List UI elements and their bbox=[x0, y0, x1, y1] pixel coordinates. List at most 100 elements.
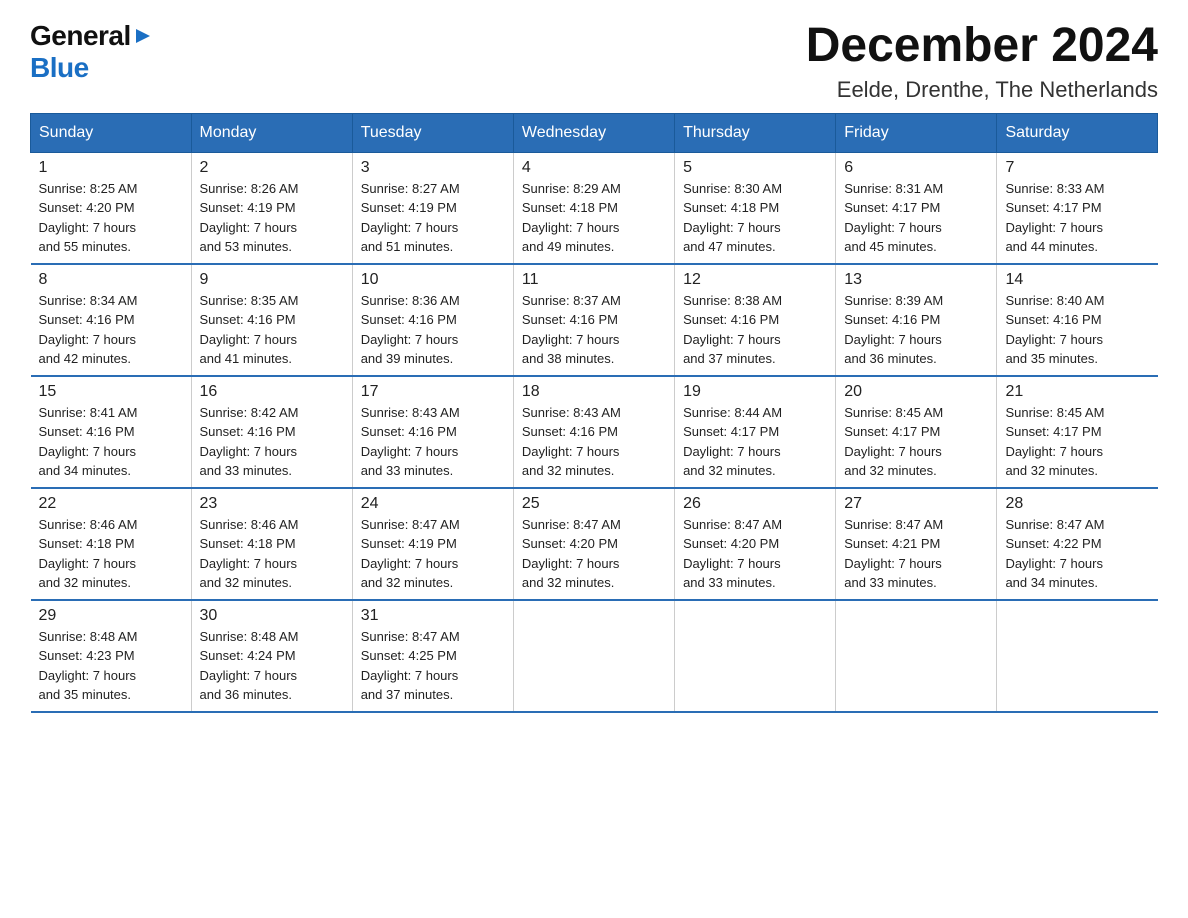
title-block: December 2024 Eelde, Drenthe, The Nether… bbox=[806, 20, 1158, 103]
calendar-cell: 22 Sunrise: 8:46 AM Sunset: 4:18 PM Dayli… bbox=[31, 488, 192, 600]
logo-general: General bbox=[30, 20, 131, 52]
calendar-cell: 9 Sunrise: 8:35 AM Sunset: 4:16 PM Daylig… bbox=[191, 264, 352, 376]
day-info: Sunrise: 8:26 AM Sunset: 4:19 PM Dayligh… bbox=[200, 179, 344, 257]
day-info: Sunrise: 8:47 AM Sunset: 4:19 PM Dayligh… bbox=[361, 515, 505, 593]
day-number: 8 bbox=[39, 271, 183, 289]
calendar-cell: 17 Sunrise: 8:43 AM Sunset: 4:16 PM Dayli… bbox=[352, 376, 513, 488]
calendar-cell bbox=[513, 600, 674, 712]
day-header-wednesday: Wednesday bbox=[513, 113, 674, 152]
day-number: 20 bbox=[844, 383, 988, 401]
calendar-cell: 6 Sunrise: 8:31 AM Sunset: 4:17 PM Daylig… bbox=[836, 152, 997, 264]
calendar-cell: 20 Sunrise: 8:45 AM Sunset: 4:17 PM Dayli… bbox=[836, 376, 997, 488]
day-number: 28 bbox=[1005, 495, 1149, 513]
day-number: 3 bbox=[361, 159, 505, 177]
day-number: 24 bbox=[361, 495, 505, 513]
calendar-cell: 11 Sunrise: 8:37 AM Sunset: 4:16 PM Dayli… bbox=[513, 264, 674, 376]
day-number: 21 bbox=[1005, 383, 1149, 401]
day-info: Sunrise: 8:47 AM Sunset: 4:21 PM Dayligh… bbox=[844, 515, 988, 593]
day-number: 22 bbox=[39, 495, 183, 513]
day-info: Sunrise: 8:33 AM Sunset: 4:17 PM Dayligh… bbox=[1005, 179, 1149, 257]
day-info: Sunrise: 8:27 AM Sunset: 4:19 PM Dayligh… bbox=[361, 179, 505, 257]
calendar-cell: 7 Sunrise: 8:33 AM Sunset: 4:17 PM Daylig… bbox=[997, 152, 1158, 264]
day-info: Sunrise: 8:25 AM Sunset: 4:20 PM Dayligh… bbox=[39, 179, 183, 257]
day-number: 9 bbox=[200, 271, 344, 289]
day-info: Sunrise: 8:42 AM Sunset: 4:16 PM Dayligh… bbox=[200, 403, 344, 481]
day-info: Sunrise: 8:40 AM Sunset: 4:16 PM Dayligh… bbox=[1005, 291, 1149, 369]
day-info: Sunrise: 8:48 AM Sunset: 4:24 PM Dayligh… bbox=[200, 627, 344, 705]
calendar-cell: 18 Sunrise: 8:43 AM Sunset: 4:16 PM Dayli… bbox=[513, 376, 674, 488]
logo: General Blue bbox=[30, 20, 152, 84]
day-header-monday: Monday bbox=[191, 113, 352, 152]
week-row-2: 8 Sunrise: 8:34 AM Sunset: 4:16 PM Daylig… bbox=[31, 264, 1158, 376]
week-row-5: 29 Sunrise: 8:48 AM Sunset: 4:23 PM Dayli… bbox=[31, 600, 1158, 712]
calendar-cell: 23Sunrise: 8:46 AM Sunset: 4:18 PM Dayli… bbox=[191, 488, 352, 600]
day-info: Sunrise: 8:36 AM Sunset: 4:16 PM Dayligh… bbox=[361, 291, 505, 369]
day-info: Sunrise: 8:47 AM Sunset: 4:22 PM Dayligh… bbox=[1005, 515, 1149, 593]
day-number: 19 bbox=[683, 383, 827, 401]
day-header-tuesday: Tuesday bbox=[352, 113, 513, 152]
day-info: Sunrise: 8:48 AM Sunset: 4:23 PM Dayligh… bbox=[39, 627, 183, 705]
day-info: Sunrise: 8:44 AM Sunset: 4:17 PM Dayligh… bbox=[683, 403, 827, 481]
day-info: Sunrise: 8:47 AM Sunset: 4:20 PM Dayligh… bbox=[683, 515, 827, 593]
day-info: Sunrise: 8:34 AM Sunset: 4:16 PM Dayligh… bbox=[39, 291, 183, 369]
day-number: 17 bbox=[361, 383, 505, 401]
calendar-cell: 15Sunrise: 8:41 AM Sunset: 4:16 PM Dayli… bbox=[31, 376, 192, 488]
calendar-cell: 13 Sunrise: 8:39 AM Sunset: 4:16 PM Dayli… bbox=[836, 264, 997, 376]
day-info: Sunrise: 8:29 AM Sunset: 4:18 PM Dayligh… bbox=[522, 179, 666, 257]
day-header-sunday: Sunday bbox=[31, 113, 192, 152]
calendar-header-row: SundayMondayTuesdayWednesdayThursdayFrid… bbox=[31, 113, 1158, 152]
day-info: Sunrise: 8:47 AM Sunset: 4:25 PM Dayligh… bbox=[361, 627, 505, 705]
calendar-cell: 12 Sunrise: 8:38 AM Sunset: 4:16 PM Dayli… bbox=[675, 264, 836, 376]
calendar-cell: 8 Sunrise: 8:34 AM Sunset: 4:16 PM Daylig… bbox=[31, 264, 192, 376]
logo-arrow-icon bbox=[134, 27, 152, 50]
day-info: Sunrise: 8:47 AM Sunset: 4:20 PM Dayligh… bbox=[522, 515, 666, 593]
calendar-cell: 14 Sunrise: 8:40 AM Sunset: 4:16 PM Dayli… bbox=[997, 264, 1158, 376]
page-header: General Blue December 2024 Eelde, Drenth… bbox=[30, 20, 1158, 103]
day-number: 7 bbox=[1005, 159, 1149, 177]
day-number: 23 bbox=[200, 495, 344, 513]
day-info: Sunrise: 8:38 AM Sunset: 4:16 PM Dayligh… bbox=[683, 291, 827, 369]
calendar-cell: 1 Sunrise: 8:25 AM Sunset: 4:20 PM Daylig… bbox=[31, 152, 192, 264]
day-info: Sunrise: 8:45 AM Sunset: 4:17 PM Dayligh… bbox=[1005, 403, 1149, 481]
day-info: Sunrise: 8:43 AM Sunset: 4:16 PM Dayligh… bbox=[361, 403, 505, 481]
calendar-cell bbox=[836, 600, 997, 712]
calendar-cell: 29 Sunrise: 8:48 AM Sunset: 4:23 PM Dayli… bbox=[31, 600, 192, 712]
day-info: Sunrise: 8:39 AM Sunset: 4:16 PM Dayligh… bbox=[844, 291, 988, 369]
day-info: Sunrise: 8:46 AM Sunset: 4:18 PM Dayligh… bbox=[39, 515, 183, 593]
day-number: 6 bbox=[844, 159, 988, 177]
day-number: 29 bbox=[39, 607, 183, 625]
day-number: 16 bbox=[200, 383, 344, 401]
calendar-cell: 4 Sunrise: 8:29 AM Sunset: 4:18 PM Daylig… bbox=[513, 152, 674, 264]
calendar-cell: 30 Sunrise: 8:48 AM Sunset: 4:24 PM Dayli… bbox=[191, 600, 352, 712]
day-number: 12 bbox=[683, 271, 827, 289]
day-info: Sunrise: 8:30 AM Sunset: 4:18 PM Dayligh… bbox=[683, 179, 827, 257]
calendar-cell: 27 Sunrise: 8:47 AM Sunset: 4:21 PM Dayli… bbox=[836, 488, 997, 600]
week-row-4: 22 Sunrise: 8:46 AM Sunset: 4:18 PM Dayli… bbox=[31, 488, 1158, 600]
calendar-cell: 25Sunrise: 8:47 AM Sunset: 4:20 PM Dayli… bbox=[513, 488, 674, 600]
day-number: 13 bbox=[844, 271, 988, 289]
day-header-friday: Friday bbox=[836, 113, 997, 152]
day-number: 30 bbox=[200, 607, 344, 625]
week-row-1: 1 Sunrise: 8:25 AM Sunset: 4:20 PM Daylig… bbox=[31, 152, 1158, 264]
day-info: Sunrise: 8:43 AM Sunset: 4:16 PM Dayligh… bbox=[522, 403, 666, 481]
day-number: 27 bbox=[844, 495, 988, 513]
day-number: 18 bbox=[522, 383, 666, 401]
week-row-3: 15Sunrise: 8:41 AM Sunset: 4:16 PM Dayli… bbox=[31, 376, 1158, 488]
day-info: Sunrise: 8:31 AM Sunset: 4:17 PM Dayligh… bbox=[844, 179, 988, 257]
day-number: 10 bbox=[361, 271, 505, 289]
day-number: 4 bbox=[522, 159, 666, 177]
day-number: 5 bbox=[683, 159, 827, 177]
calendar-cell: 24 Sunrise: 8:47 AM Sunset: 4:19 PM Dayli… bbox=[352, 488, 513, 600]
logo-blue: Blue bbox=[30, 52, 89, 84]
day-info: Sunrise: 8:45 AM Sunset: 4:17 PM Dayligh… bbox=[844, 403, 988, 481]
day-info: Sunrise: 8:37 AM Sunset: 4:16 PM Dayligh… bbox=[522, 291, 666, 369]
day-header-saturday: Saturday bbox=[997, 113, 1158, 152]
day-number: 1 bbox=[39, 159, 183, 177]
calendar-cell: 26Sunrise: 8:47 AM Sunset: 4:20 PM Dayli… bbox=[675, 488, 836, 600]
calendar-cell: 10 Sunrise: 8:36 AM Sunset: 4:16 PM Dayli… bbox=[352, 264, 513, 376]
day-info: Sunrise: 8:35 AM Sunset: 4:16 PM Dayligh… bbox=[200, 291, 344, 369]
calendar-cell bbox=[997, 600, 1158, 712]
calendar-table: SundayMondayTuesdayWednesdayThursdayFrid… bbox=[30, 113, 1158, 713]
day-number: 14 bbox=[1005, 271, 1149, 289]
day-number: 11 bbox=[522, 271, 666, 289]
